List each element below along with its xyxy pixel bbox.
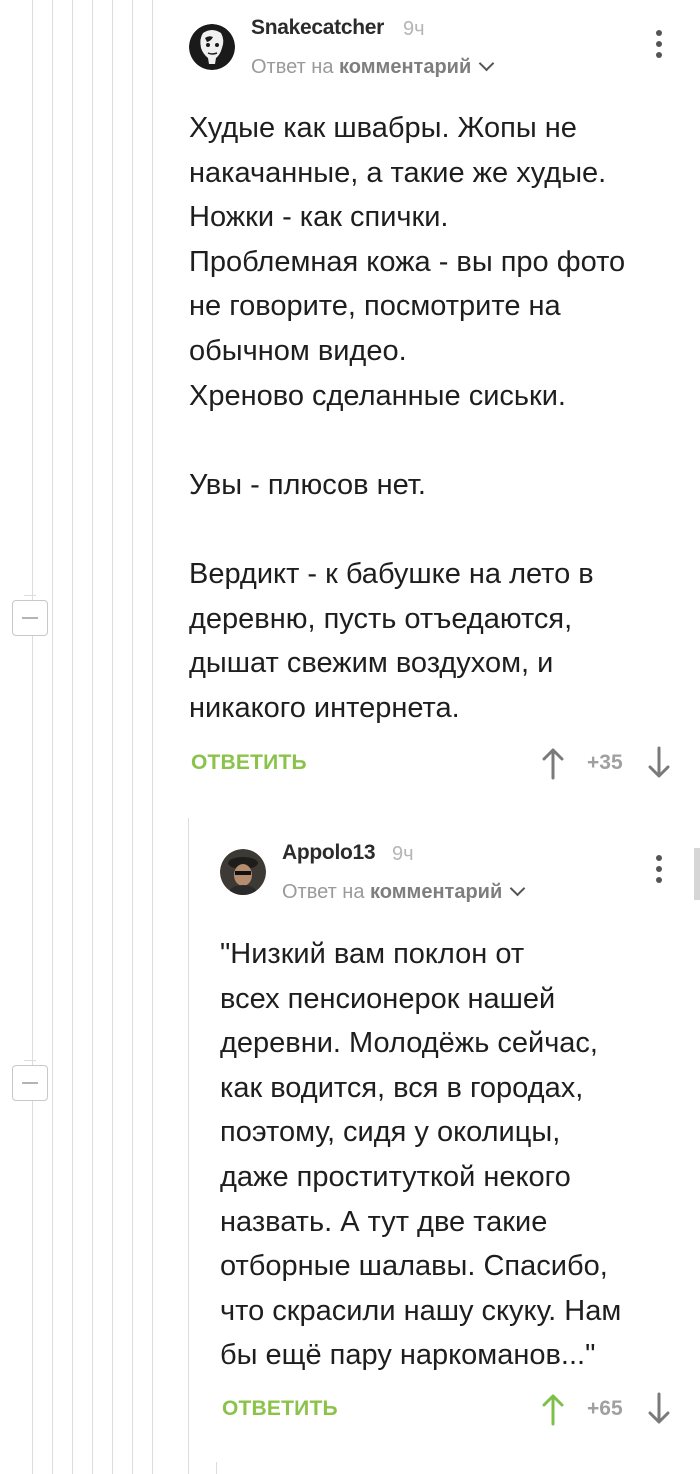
comment-author[interactable]: Appolo13: [282, 841, 376, 865]
reply-button[interactable]: ОТВЕТИТЬ: [222, 1397, 338, 1421]
thread-line-3: [72, 0, 73, 1474]
scrollbar[interactable]: [694, 848, 700, 900]
upvote-arrow-icon[interactable]: [541, 1392, 565, 1426]
reply-to-target: комментарий: [370, 881, 503, 903]
downvote-arrow-icon[interactable]: [647, 746, 671, 780]
downvote-arrow-icon[interactable]: [647, 1392, 671, 1426]
thread-line-5: [112, 0, 113, 1474]
reply-to-link[interactable]: Ответ на комментарий: [282, 880, 526, 904]
comment-time: 9ч: [392, 843, 414, 865]
chevron-down-icon: [478, 55, 495, 72]
chevron-down-icon: [509, 880, 526, 897]
thread-line-4: [92, 0, 93, 1474]
comment-body: Худые как швабры. Жопы не накачанные, а …: [189, 112, 626, 724]
avatar-appolo13[interactable]: [220, 849, 266, 895]
thread-line-2: [52, 0, 53, 1474]
upvote-arrow-icon[interactable]: [541, 746, 565, 780]
thread-line-6: [132, 0, 133, 1474]
thread-tick: [24, 1060, 36, 1061]
thread-line-8: [188, 818, 189, 1474]
comment-author[interactable]: Snakecatcher: [251, 16, 384, 40]
more-vert-icon[interactable]: [654, 30, 664, 62]
collapse-icon[interactable]: [12, 1065, 48, 1101]
thread-line-7: [152, 0, 153, 1474]
reply-to-prefix: Ответ на: [282, 881, 365, 903]
comment-time: 9ч: [403, 18, 425, 40]
collapse-icon[interactable]: [12, 600, 48, 636]
thread-tick: [24, 595, 36, 596]
comment-body: "Низкий вам поклон от всех пенсионерок н…: [220, 938, 622, 1372]
reply-button[interactable]: ОТВЕТИТЬ: [191, 751, 307, 775]
rating-value: +35: [587, 751, 623, 774]
reply-to-link[interactable]: Ответ на комментарий: [251, 55, 495, 79]
rating-value: +65: [587, 1397, 623, 1420]
avatar-snakecatcher[interactable]: [189, 24, 235, 70]
reply-to-target: комментарий: [339, 56, 472, 78]
thread-line-9: [216, 1462, 217, 1474]
more-vert-icon[interactable]: [654, 855, 664, 887]
thread-line-1: [32, 0, 33, 1474]
reply-to-prefix: Ответ на: [251, 56, 334, 78]
